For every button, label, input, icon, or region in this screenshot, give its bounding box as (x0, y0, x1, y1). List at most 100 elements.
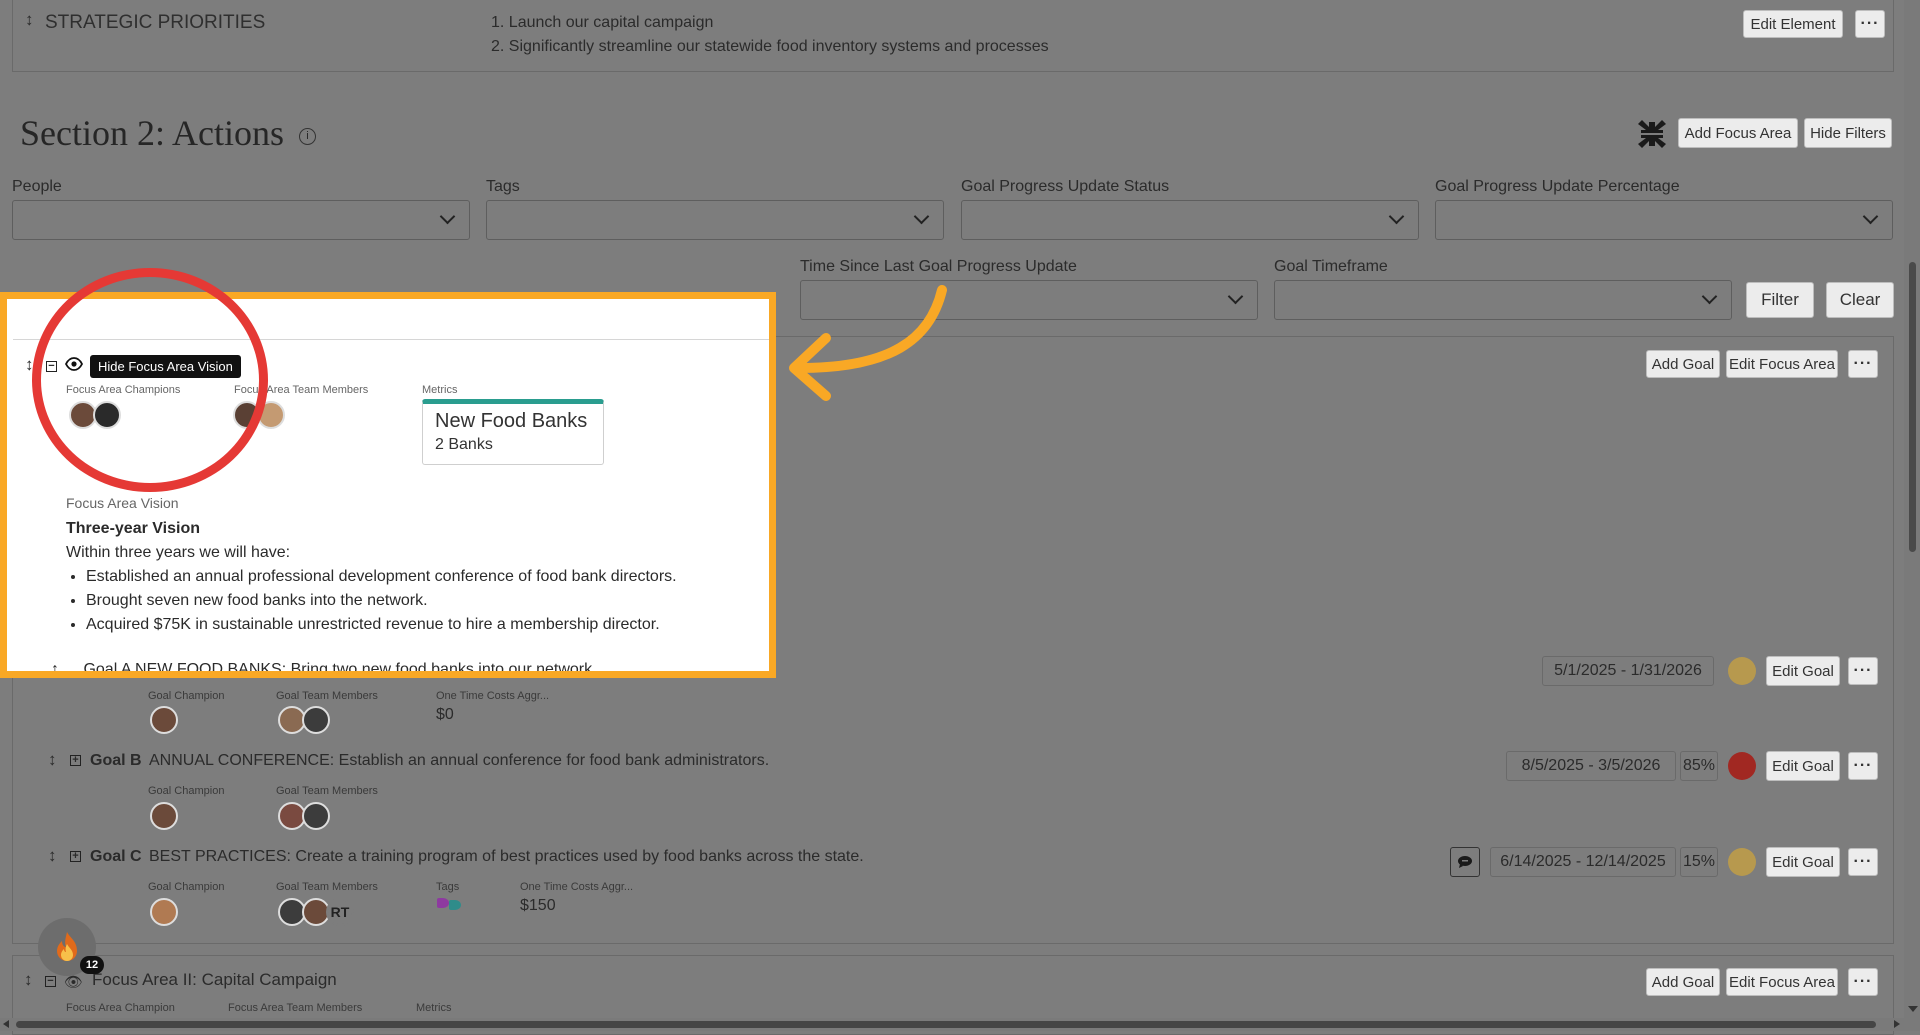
more-options-button[interactable]: ··· (1848, 968, 1878, 996)
chevron-down-icon (1862, 208, 1879, 225)
tags-select[interactable] (486, 200, 944, 240)
edit-focus-area-button[interactable]: Edit Focus Area (1726, 968, 1838, 996)
tag-icon[interactable] (437, 898, 449, 908)
goal-team-label: Goal Team Members (276, 785, 378, 797)
goal-team-label: Goal Team Members (276, 881, 378, 893)
timeframe-select[interactable] (1274, 280, 1732, 320)
tag-icon[interactable] (449, 900, 461, 910)
goal-date-range: 8/5/2025 - 3/5/2026 (1506, 751, 1676, 781)
strategic-priorities-title: STRATEGIC PRIORITIES (45, 12, 266, 33)
horizontal-scrollbar[interactable] (0, 1018, 1904, 1031)
avatar[interactable] (150, 706, 178, 734)
more-options-button[interactable]: ··· (1848, 848, 1878, 876)
metric-card[interactable]: New Food Banks 2 Banks (422, 399, 604, 465)
scrollbar-thumb[interactable] (1909, 262, 1916, 552)
metrics-label: Metrics (422, 384, 458, 396)
goal-champion-label: Goal Champion (148, 881, 225, 893)
scroll-left-icon[interactable] (3, 1020, 9, 1028)
vertical-scrollbar[interactable] (1904, 0, 1920, 1031)
status-indicator (1728, 752, 1756, 780)
comment-icon[interactable] (1450, 847, 1480, 877)
edit-focus-area-button[interactable]: Edit Focus Area (1726, 350, 1838, 378)
avatar[interactable] (302, 802, 330, 830)
vision-list: Established an annual professional devel… (66, 565, 766, 637)
vision-item: Acquired $75K in sustainable unrestricte… (86, 613, 766, 637)
goal-date-range: 5/1/2025 - 1/31/2026 (1542, 656, 1714, 686)
goal-label: Goal B (90, 752, 142, 769)
add-focus-area-button[interactable]: Add Focus Area (1678, 118, 1798, 148)
avatar[interactable] (150, 898, 178, 926)
edit-goal-button[interactable]: Edit Goal (1766, 751, 1840, 781)
time-since-filter-label: Time Since Last Goal Progress Update (800, 258, 1077, 275)
metric-title: New Food Banks (435, 410, 588, 432)
tags-label: Tags (436, 881, 460, 893)
hide-filters-button[interactable]: Hide Filters (1804, 118, 1892, 148)
goal-label: Goal C (90, 848, 142, 865)
edit-goal-button[interactable]: Edit Goal (1766, 656, 1840, 686)
expand-icon[interactable]: + (70, 755, 81, 766)
metrics-label: Metrics (416, 1002, 452, 1014)
vision-intro: Within three years we will have: (66, 544, 291, 561)
goal-percent: 15% (1680, 847, 1718, 877)
scroll-right-icon[interactable] (1894, 1020, 1900, 1028)
focus-area-title[interactable]: Focus Area II: Capital Campaign (92, 970, 337, 990)
collapse-icon[interactable]: − (45, 976, 56, 987)
edit-goal-button[interactable]: Edit Goal (1766, 847, 1840, 877)
vision-item: Established an annual professional devel… (86, 565, 766, 589)
goal-team-label: Goal Team Members (276, 690, 378, 702)
annotation-arrow-icon (789, 285, 947, 401)
add-goal-button[interactable]: Add Goal (1646, 350, 1720, 378)
chevron-down-icon (1388, 208, 1405, 225)
section-title-text: Section 2: Actions (20, 113, 284, 153)
goal-a-row-partial[interactable]: ↕ Goal A NEW FOOD BANKS: Bring two new f… (51, 661, 592, 671)
focus-area-vision-label: Focus Area Vision (66, 495, 179, 511)
goal-title[interactable]: BEST PRACTICES: Create a training progra… (149, 848, 864, 866)
focus-area-team-label: Focus Area Team Members (228, 1002, 363, 1014)
goal-date-range: 6/14/2025 - 12/14/2025 (1490, 847, 1676, 877)
avatar-initials[interactable]: RT (326, 898, 354, 926)
vision-heading: Three-year Vision (66, 520, 200, 537)
filter-button[interactable]: Filter (1746, 282, 1814, 318)
timeframe-filter-label: Goal Timeframe (1274, 258, 1388, 275)
strategic-priorities-card: ↕ STRATEGIC PRIORITIES 1. Launch our cap… (12, 0, 1894, 72)
more-options-button[interactable]: ··· (1848, 350, 1878, 378)
vision-item: Brought seven new food banks into the ne… (86, 589, 766, 613)
tags-filter-label: Tags (486, 178, 520, 195)
more-options-button[interactable]: ··· (1848, 657, 1878, 685)
annotation-circle (32, 268, 268, 492)
goal-title[interactable]: ANNUAL CONFERENCE: Establish an annual c… (149, 752, 769, 770)
scrollbar-thumb[interactable] (16, 1021, 1876, 1028)
collapse-all-icon[interactable] (1636, 118, 1668, 150)
scroll-down-icon[interactable] (1908, 1006, 1918, 1012)
drag-handle-icon[interactable]: ↕ (51, 661, 59, 671)
expand-icon[interactable]: + (70, 851, 81, 862)
strategic-item-2: 2. Significantly streamline our statewid… (491, 38, 1049, 55)
cost-value: $0 (436, 706, 454, 723)
cost-label: One Time Costs Aggr... (436, 690, 550, 702)
edit-element-button[interactable]: Edit Element (1743, 10, 1843, 38)
goal-champion-label: Goal Champion (148, 785, 225, 797)
drag-handle-icon[interactable]: ↕ (48, 846, 57, 866)
section-title: Section 2: Actions i (20, 112, 316, 154)
drag-handle-icon[interactable]: ↕ (48, 750, 57, 770)
clear-button[interactable]: Clear (1826, 282, 1894, 318)
goal-champion-label: Goal Champion (148, 690, 225, 702)
add-goal-button[interactable]: Add Goal (1646, 968, 1720, 996)
avatar[interactable] (150, 802, 178, 830)
vision-content: Three-year Vision Within three years we … (66, 517, 766, 637)
more-options-button[interactable]: ··· (1855, 10, 1885, 38)
percentage-select[interactable] (1435, 200, 1893, 240)
cost-label: One Time Costs Aggr... (520, 881, 634, 893)
status-select[interactable] (961, 200, 1419, 240)
info-icon[interactable]: i (299, 128, 316, 146)
drag-handle-icon[interactable]: ↕ (24, 970, 33, 990)
chevron-down-icon (439, 208, 456, 225)
more-options-button[interactable]: ··· (1848, 752, 1878, 780)
chevron-down-icon (1227, 288, 1244, 305)
flame-icon (57, 932, 77, 961)
chevron-down-icon (913, 208, 930, 225)
status-indicator (1728, 848, 1756, 876)
drag-handle-icon[interactable]: ↕ (25, 10, 34, 30)
avatar[interactable] (302, 706, 330, 734)
people-select[interactable] (12, 200, 470, 240)
